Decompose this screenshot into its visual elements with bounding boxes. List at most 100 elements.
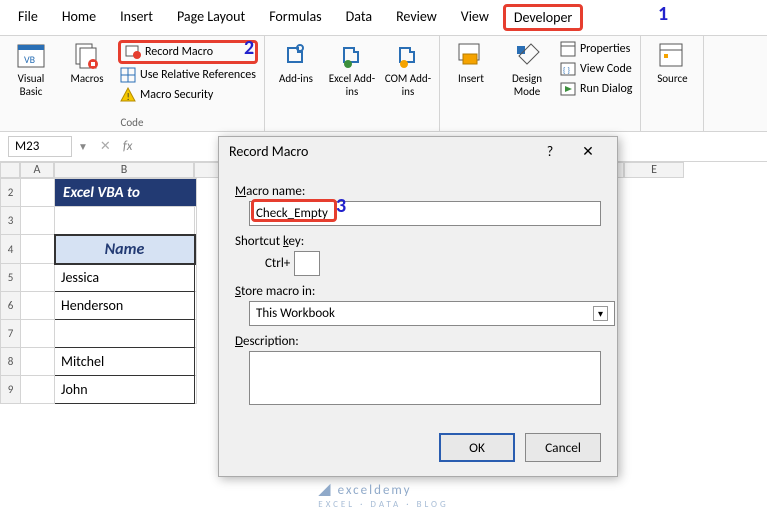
tab-view[interactable]: View xyxy=(451,4,499,31)
addins-icon xyxy=(280,40,312,72)
ribbon-tabs: File Home Insert Page Layout Formulas Da… xyxy=(0,0,767,36)
store-label: Store macro in: xyxy=(235,284,601,299)
view-code-button[interactable]: { }View Code xyxy=(558,60,634,78)
insert-label: Insert xyxy=(458,72,484,85)
cell-b8[interactable]: Mitchel xyxy=(55,348,195,376)
store-value: This Workbook xyxy=(256,306,335,321)
description-label: Description: xyxy=(235,334,601,349)
group-addins: Add-ins Excel Add-ins COM Add-ins xyxy=(265,36,440,131)
annotation-1: 1 xyxy=(658,2,668,26)
namebox-dropdown-icon[interactable]: ▼ xyxy=(78,140,88,153)
addins-button[interactable]: Add-ins xyxy=(271,40,321,98)
row-6[interactable]: 6 xyxy=(1,292,21,320)
col-b[interactable]: B xyxy=(54,162,194,178)
cell-b5[interactable]: Jessica xyxy=(55,264,195,292)
svg-text:{ }: { } xyxy=(563,66,570,76)
cell-b9[interactable]: John xyxy=(55,376,195,404)
macros-button[interactable]: Macros xyxy=(62,40,112,104)
rundialog-label: Run Dialog xyxy=(580,82,632,96)
col-a[interactable]: A xyxy=(20,162,54,178)
group-xml: Source xyxy=(641,36,704,131)
group-controls: Insert Design Mode Properties { }View Co… xyxy=(440,36,641,131)
svg-text:VB: VB xyxy=(24,53,36,66)
row-8[interactable]: 8 xyxy=(1,348,21,376)
addins-label: Add-ins xyxy=(279,72,313,85)
annotation-3: 3 xyxy=(336,194,346,218)
tab-review[interactable]: Review xyxy=(386,4,447,31)
viewcode-icon: { } xyxy=(560,61,576,77)
help-button[interactable]: ? xyxy=(531,143,569,160)
store-dropdown[interactable]: This Workbook ▾ xyxy=(249,301,615,326)
visual-basic-button[interactable]: VB Visual Basic xyxy=(6,40,56,104)
macro-security-button[interactable]: ! Macro Security xyxy=(118,86,258,104)
dialog-titlebar[interactable]: Record Macro ? ✕ xyxy=(219,137,617,166)
visual-basic-label: Visual Basic xyxy=(6,72,56,98)
select-all[interactable] xyxy=(0,162,20,178)
tab-pagelayout[interactable]: Page Layout xyxy=(167,4,255,31)
annotation-2: 2 xyxy=(244,36,254,60)
use-relative-label: Use Relative References xyxy=(140,68,256,82)
com-addins-icon xyxy=(392,40,424,72)
ribbon: VB Visual Basic Macros Record Macro Use … xyxy=(0,36,767,132)
macro-name-input[interactable] xyxy=(249,201,601,226)
cancel-button[interactable]: Cancel xyxy=(525,433,601,462)
banner: Excel VBA to xyxy=(55,179,197,207)
macros-icon xyxy=(71,40,103,72)
tab-home[interactable]: Home xyxy=(52,4,106,31)
ctrl-label: Ctrl+ xyxy=(265,256,290,271)
cell-b6[interactable]: Henderson xyxy=(55,292,195,320)
vba-icon: VB xyxy=(15,40,47,72)
group-code-label: Code xyxy=(6,116,258,129)
tab-developer[interactable]: Developer xyxy=(503,4,583,31)
shortcut-input[interactable] xyxy=(294,251,320,276)
record-macro-dialog: Record Macro ? ✕ MMacro name:acro name: … xyxy=(218,136,618,477)
row-3[interactable]: 3 xyxy=(1,207,21,235)
col-e[interactable]: E xyxy=(624,162,684,178)
properties-icon xyxy=(560,41,576,57)
description-input[interactable] xyxy=(249,351,601,405)
design-mode-button[interactable]: Design Mode xyxy=(502,40,552,98)
cancel-formula-icon[interactable]: ✕ xyxy=(94,139,117,154)
design-label: Design Mode xyxy=(502,72,552,98)
tab-file[interactable]: File xyxy=(8,4,48,31)
tab-formulas[interactable]: Formulas xyxy=(259,4,331,31)
row-7[interactable]: 7 xyxy=(1,320,21,348)
cell-b7[interactable] xyxy=(55,320,195,348)
row-4[interactable]: 4 xyxy=(1,235,21,264)
svg-text:!: ! xyxy=(127,90,130,103)
design-icon xyxy=(511,40,543,72)
row-2[interactable]: 2 xyxy=(1,179,21,207)
macro-name-label: MMacro name:acro name: xyxy=(235,184,601,199)
com-addins-button[interactable]: COM Add-ins xyxy=(383,40,433,98)
excel-addins-button[interactable]: Excel Add-ins xyxy=(327,40,377,98)
chevron-down-icon: ▾ xyxy=(593,306,608,321)
macros-label: Macros xyxy=(70,72,103,85)
close-button[interactable]: ✕ xyxy=(569,143,607,160)
fx-icon[interactable]: fx xyxy=(123,139,133,154)
record-macro-label: Record Macro xyxy=(145,45,213,59)
name-box[interactable] xyxy=(8,136,72,157)
use-relative-button[interactable]: Use Relative References xyxy=(118,66,258,84)
row-5[interactable]: 5 xyxy=(1,264,21,292)
properties-button[interactable]: Properties xyxy=(558,40,634,58)
ok-button[interactable]: OK xyxy=(439,433,515,462)
record-icon xyxy=(125,44,141,60)
insert-button[interactable]: Insert xyxy=(446,40,496,98)
run-dialog-button[interactable]: Run Dialog xyxy=(558,80,634,98)
row-9[interactable]: 9 xyxy=(1,376,21,404)
tab-insert[interactable]: Insert xyxy=(110,4,163,31)
excel-addins-label: Excel Add-ins xyxy=(327,72,377,98)
grid-icon xyxy=(120,67,136,83)
group-code: VB Visual Basic Macros Record Macro Use … xyxy=(0,36,265,131)
name-header: Name xyxy=(55,235,195,264)
record-macro-button[interactable]: Record Macro xyxy=(123,43,253,61)
source-button[interactable]: Source xyxy=(647,40,697,85)
macro-security-label: Macro Security xyxy=(140,88,213,102)
watermark: ◢ exceldemy EXCEL · DATA · BLOG xyxy=(318,479,448,510)
excel-addins-icon xyxy=(336,40,368,72)
dialog-title: Record Macro xyxy=(229,143,531,160)
warning-icon: ! xyxy=(120,87,136,103)
source-label: Source xyxy=(657,72,687,85)
tab-data[interactable]: Data xyxy=(336,4,382,31)
rundialog-icon xyxy=(560,81,576,97)
